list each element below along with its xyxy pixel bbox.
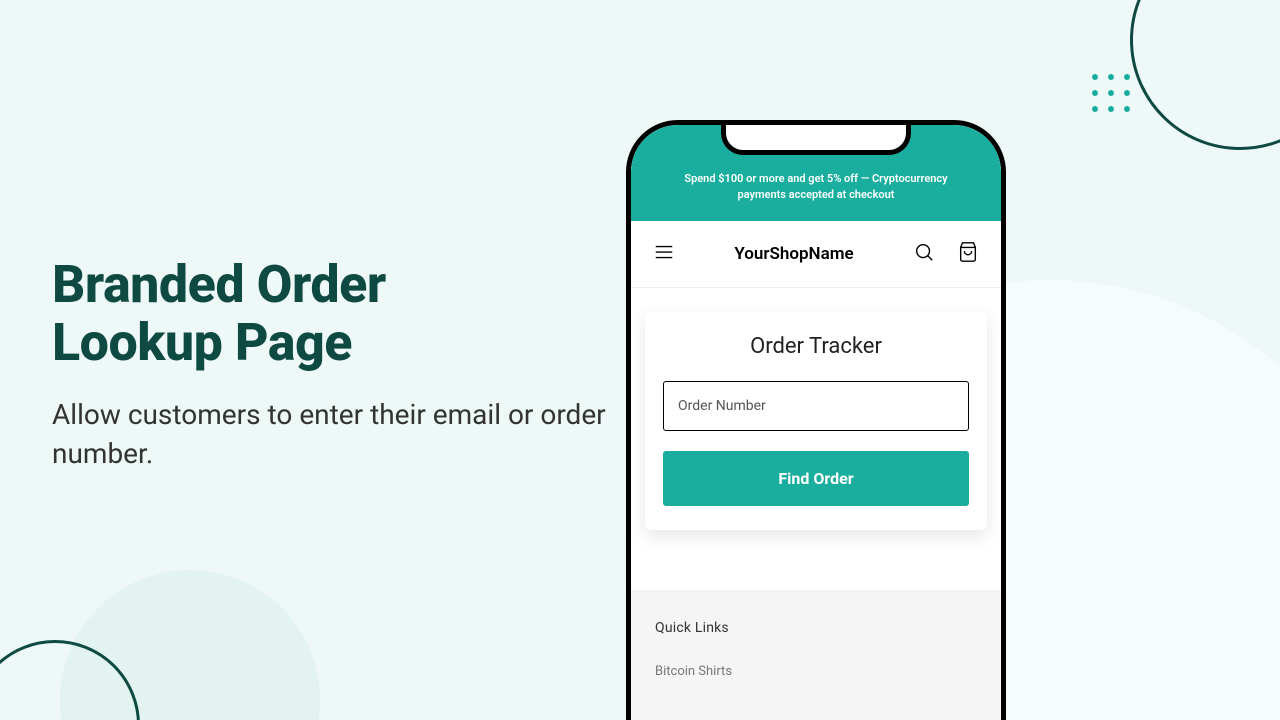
phone-mockup: Spend $100 or more and get 5% off — Cryp… <box>626 120 1006 720</box>
order-number-input[interactable] <box>663 381 969 431</box>
find-order-button[interactable]: Find Order <box>663 451 969 506</box>
subheadline: Allow customers to enter their email or … <box>52 396 612 473</box>
footer-heading: Quick Links <box>655 620 977 636</box>
shop-footer: Quick Links Bitcoin Shirts <box>631 590 1001 720</box>
shop-header: YourShopName <box>631 221 1001 288</box>
hamburger-icon <box>653 241 675 267</box>
promo-text: Spend $100 or more and get 5% off — Cryp… <box>684 172 947 201</box>
menu-button[interactable] <box>649 237 679 271</box>
marketing-copy: Branded Order Lookup Page Allow customer… <box>52 256 612 474</box>
decorative-dot-grid <box>1092 74 1130 112</box>
shopping-bag-icon <box>957 241 979 267</box>
search-icon <box>913 241 935 267</box>
main-content: Order Tracker Find Order <box>631 288 1001 554</box>
phone-notch <box>721 125 911 155</box>
headline: Branded Order Lookup Page <box>52 256 612 372</box>
header-actions <box>909 237 983 271</box>
phone-screen: Spend $100 or more and get 5% off — Cryp… <box>631 125 1001 720</box>
shop-name: YourShopName <box>734 244 853 264</box>
headline-line-1: Branded Order <box>52 254 386 315</box>
footer-link[interactable]: Bitcoin Shirts <box>655 664 977 679</box>
cart-button[interactable] <box>953 237 983 271</box>
tracker-title: Order Tracker <box>663 334 969 359</box>
order-tracker-card: Order Tracker Find Order <box>645 312 987 530</box>
search-button[interactable] <box>909 237 939 271</box>
headline-line-2: Lookup Page <box>52 312 352 373</box>
decorative-arc-top-right <box>1130 0 1280 150</box>
